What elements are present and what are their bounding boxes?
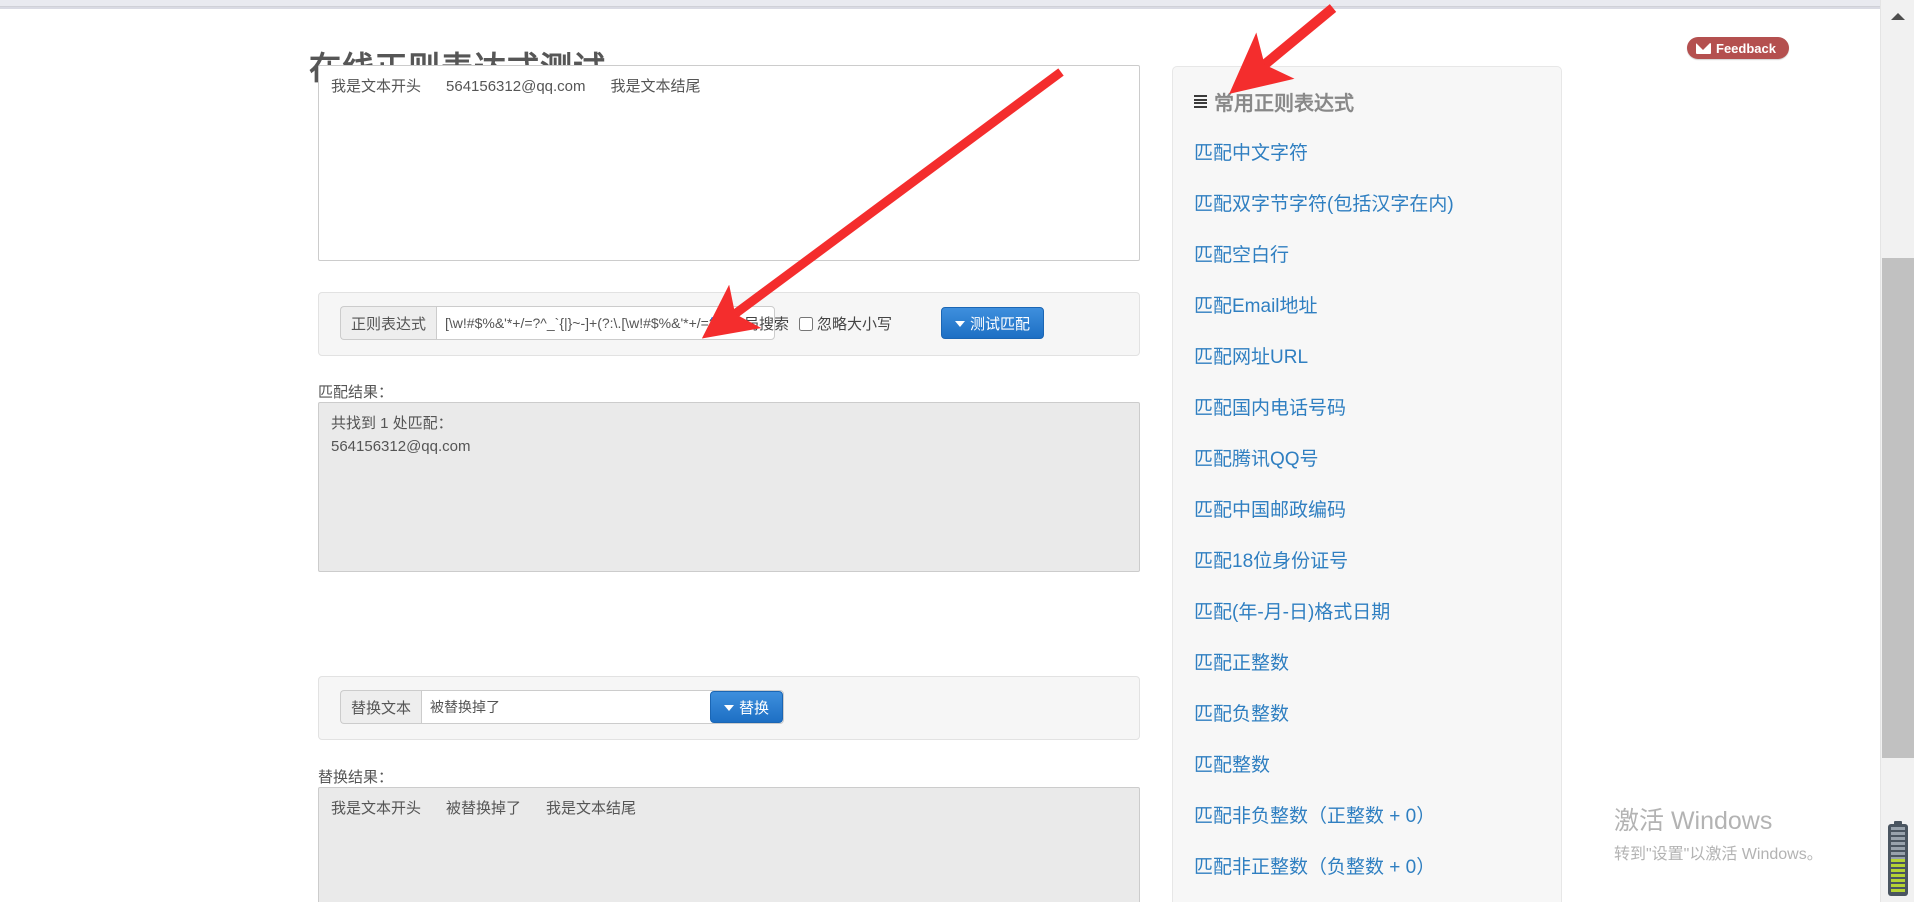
global-search-label: 全局搜索 [729, 313, 789, 334]
replace-button[interactable]: 替换 [710, 691, 783, 723]
envelope-icon [1696, 43, 1711, 54]
page-scrollbar[interactable] [1880, 0, 1914, 902]
sidebar-item-postal-code[interactable]: 匹配中国邮政编码 [1173, 495, 1561, 522]
source-text-input[interactable]: 我是文本开头 564156312@qq.com 我是文本结尾 [318, 65, 1140, 261]
sidebar-item-positive-integer[interactable]: 匹配正整数 [1173, 648, 1561, 675]
sidebar-header: 常用正则表达式 [1173, 87, 1561, 116]
global-search-checkbox[interactable] [711, 317, 725, 331]
test-match-button-label: 测试匹配 [970, 313, 1030, 334]
replace-result-box: 我是文本开头 被替换掉了 我是文本结尾 [318, 787, 1140, 902]
scroll-up-arrow-icon[interactable] [1891, 13, 1905, 20]
replace-input-label: 替换文本 [340, 690, 421, 724]
sidebar-item-integer[interactable]: 匹配整数 [1173, 750, 1561, 777]
chevron-down-icon [955, 321, 965, 327]
sidebar-header-label: 常用正则表达式 [1214, 87, 1354, 116]
sidebar-item-email[interactable]: 匹配Email地址 [1173, 291, 1561, 318]
regex-input-label: 正则表达式 [340, 306, 436, 340]
test-match-button[interactable]: 测试匹配 [941, 307, 1044, 339]
sidebar-item-non-negative-int[interactable]: 匹配非负整数（正整数 + 0） [1173, 801, 1561, 828]
page-content: 在线正则表达式测试 Feedback 我是文本开头 564156312@qq.c… [0, 9, 1880, 902]
replace-button-label: 替换 [739, 697, 769, 718]
feedback-button-label: Feedback [1716, 41, 1776, 56]
sidebar-item-non-positive-int[interactable]: 匹配非正整数（负整数 + 0） [1173, 852, 1561, 879]
sidebar-item-qq-number[interactable]: 匹配腾讯QQ号 [1173, 444, 1561, 471]
watermark-subtitle: 转到"设置"以激活 Windows。 [1614, 840, 1823, 864]
regex-options: 全局搜索 忽略大小写 [711, 313, 892, 334]
list-icon [1194, 95, 1207, 108]
ignore-case-checkbox[interactable] [799, 317, 813, 331]
sidebar-item-blank-line[interactable]: 匹配空白行 [1173, 240, 1561, 267]
sidebar-item-url[interactable]: 匹配网址URL [1173, 342, 1561, 369]
ignore-case-label: 忽略大小写 [817, 313, 892, 334]
sidebar-item-domestic-phone[interactable]: 匹配国内电话号码 [1173, 393, 1561, 420]
chevron-down-icon [724, 705, 734, 711]
ignore-case-option[interactable]: 忽略大小写 [799, 313, 892, 334]
sidebar-item-id-card-18[interactable]: 匹配18位身份证号 [1173, 546, 1561, 573]
window-top-strip-inner [0, 0, 1880, 7]
sidebar-item-negative-integer[interactable]: 匹配负整数 [1173, 699, 1561, 726]
regex-panel: 正则表达式 全局搜索 忽略大小写 测试匹配 [318, 292, 1140, 356]
match-result-label: 匹配结果： [318, 381, 393, 402]
windows-activation-watermark: 激活 Windows 转到"设置"以激活 Windows。 [1614, 807, 1823, 864]
browser-viewport: 在线正则表达式测试 Feedback 我是文本开头 564156312@qq.c… [0, 0, 1914, 902]
feedback-button[interactable]: Feedback [1687, 37, 1789, 59]
replace-result-label: 替换结果： [318, 766, 393, 787]
regex-input-group: 正则表达式 [340, 306, 775, 340]
battery-icon [1888, 824, 1908, 896]
scrollbar-thumb[interactable] [1882, 258, 1914, 758]
sidebar-link-list: 匹配中文字符 匹配双字节字符(包括汉字在内) 匹配空白行 匹配Email地址 匹… [1173, 138, 1561, 879]
match-result-box: 共找到 1 处匹配： 564156312@qq.com [318, 402, 1140, 572]
sidebar-item-chinese-chars[interactable]: 匹配中文字符 [1173, 138, 1561, 165]
replace-panel: 替换文本 替换 [318, 676, 1140, 740]
window-top-strip [0, 0, 1914, 9]
sidebar-item-double-byte-chars[interactable]: 匹配双字节字符(包括汉字在内) [1173, 189, 1561, 216]
sidebar-item-date-ymd[interactable]: 匹配(年-月-日)格式日期 [1173, 597, 1561, 624]
global-search-option[interactable]: 全局搜索 [711, 313, 789, 334]
watermark-title: 激活 Windows [1614, 807, 1823, 836]
common-regex-sidebar: 常用正则表达式 匹配中文字符 匹配双字节字符(包括汉字在内) 匹配空白行 匹配E… [1172, 66, 1562, 902]
